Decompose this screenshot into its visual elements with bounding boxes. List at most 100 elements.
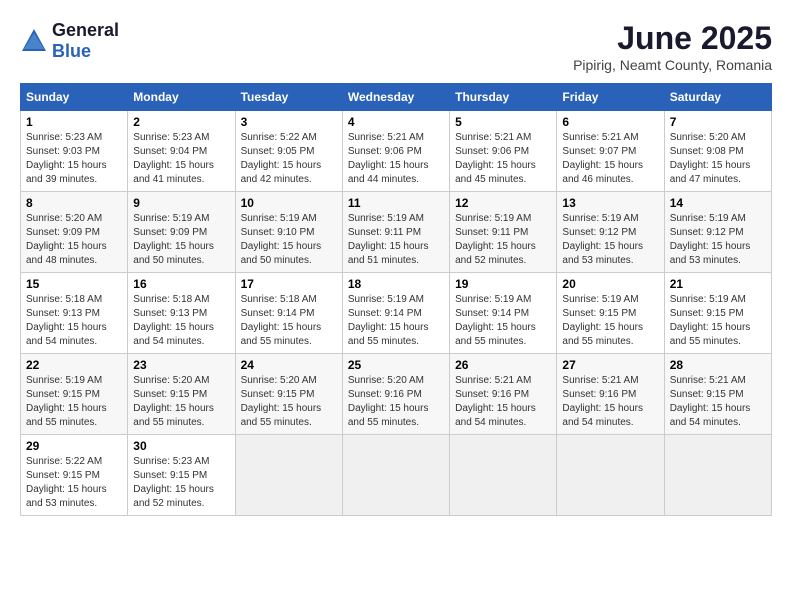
day-info: Sunrise: 5:22 AMSunset: 9:15 PMDaylight:… bbox=[26, 455, 122, 511]
header-sunday: Sunday bbox=[21, 84, 128, 111]
month-year: June 2025 bbox=[573, 20, 772, 57]
day-info: Sunrise: 5:19 AMSunset: 9:09 PMDaylight:… bbox=[133, 212, 229, 268]
header-saturday: Saturday bbox=[664, 84, 771, 111]
day-24: 24 Sunrise: 5:20 AMSunset: 9:15 PMDaylig… bbox=[235, 354, 342, 435]
day-number: 27 bbox=[562, 358, 658, 372]
day-28: 28 Sunrise: 5:21 AMSunset: 9:15 PMDaylig… bbox=[664, 354, 771, 435]
day-info: Sunrise: 5:18 AMSunset: 9:14 PMDaylight:… bbox=[241, 293, 337, 349]
day-number: 5 bbox=[455, 115, 551, 129]
day-22: 22 Sunrise: 5:19 AMSunset: 9:15 PMDaylig… bbox=[21, 354, 128, 435]
calendar-table: Sunday Monday Tuesday Wednesday Thursday… bbox=[20, 83, 772, 516]
day-20: 20 Sunrise: 5:19 AMSunset: 9:15 PMDaylig… bbox=[557, 273, 664, 354]
day-8: 8 Sunrise: 5:20 AMSunset: 9:09 PMDayligh… bbox=[21, 192, 128, 273]
day-info: Sunrise: 5:18 AMSunset: 9:13 PMDaylight:… bbox=[26, 293, 122, 349]
empty-cell bbox=[664, 435, 771, 516]
table-row: 8 Sunrise: 5:20 AMSunset: 9:09 PMDayligh… bbox=[21, 192, 772, 273]
header-friday: Friday bbox=[557, 84, 664, 111]
day-number: 20 bbox=[562, 277, 658, 291]
day-21: 21 Sunrise: 5:19 AMSunset: 9:15 PMDaylig… bbox=[664, 273, 771, 354]
day-number: 1 bbox=[26, 115, 122, 129]
day-17: 17 Sunrise: 5:18 AMSunset: 9:14 PMDaylig… bbox=[235, 273, 342, 354]
day-info: Sunrise: 5:20 AMSunset: 9:15 PMDaylight:… bbox=[241, 374, 337, 430]
day-10: 10 Sunrise: 5:19 AMSunset: 9:10 PMDaylig… bbox=[235, 192, 342, 273]
day-number: 14 bbox=[670, 196, 766, 210]
table-row: 15 Sunrise: 5:18 AMSunset: 9:13 PMDaylig… bbox=[21, 273, 772, 354]
day-7b: 7 Sunrise: 5:20 AMSunset: 9:08 PMDayligh… bbox=[664, 111, 771, 192]
day-info: Sunrise: 5:19 AMSunset: 9:14 PMDaylight:… bbox=[348, 293, 444, 349]
day-info: Sunrise: 5:23 AMSunset: 9:03 PMDaylight:… bbox=[26, 131, 122, 187]
day-info: Sunrise: 5:20 AMSunset: 9:16 PMDaylight:… bbox=[348, 374, 444, 430]
day-number: 16 bbox=[133, 277, 229, 291]
day-info: Sunrise: 5:19 AMSunset: 9:12 PMDaylight:… bbox=[670, 212, 766, 268]
day-18: 18 Sunrise: 5:19 AMSunset: 9:14 PMDaylig… bbox=[342, 273, 449, 354]
day-number: 9 bbox=[133, 196, 229, 210]
day-2: 2 Sunrise: 5:23 AMSunset: 9:04 PMDayligh… bbox=[128, 111, 235, 192]
day-info: Sunrise: 5:20 AMSunset: 9:09 PMDaylight:… bbox=[26, 212, 122, 268]
day-number: 17 bbox=[241, 277, 337, 291]
day-number: 18 bbox=[348, 277, 444, 291]
day-info: Sunrise: 5:19 AMSunset: 9:14 PMDaylight:… bbox=[455, 293, 551, 349]
day-info: Sunrise: 5:19 AMSunset: 9:15 PMDaylight:… bbox=[562, 293, 658, 349]
day-number: 21 bbox=[670, 277, 766, 291]
day-29: 29 Sunrise: 5:22 AMSunset: 9:15 PMDaylig… bbox=[21, 435, 128, 516]
logo-icon bbox=[20, 27, 48, 55]
empty-cell bbox=[450, 435, 557, 516]
table-row: 22 Sunrise: 5:19 AMSunset: 9:15 PMDaylig… bbox=[21, 354, 772, 435]
day-number: 4 bbox=[348, 115, 444, 129]
day-info: Sunrise: 5:19 AMSunset: 9:10 PMDaylight:… bbox=[241, 212, 337, 268]
day-info: Sunrise: 5:21 AMSunset: 9:16 PMDaylight:… bbox=[455, 374, 551, 430]
day-6: 6 Sunrise: 5:21 AMSunset: 9:07 PMDayligh… bbox=[557, 111, 664, 192]
header-monday: Monday bbox=[128, 84, 235, 111]
day-1: 1 Sunrise: 5:23 AMSunset: 9:03 PMDayligh… bbox=[21, 111, 128, 192]
day-11: 11 Sunrise: 5:19 AMSunset: 9:11 PMDaylig… bbox=[342, 192, 449, 273]
day-5: 5 Sunrise: 5:21 AMSunset: 9:06 PMDayligh… bbox=[450, 111, 557, 192]
logo: General Blue bbox=[20, 20, 119, 62]
day-info: Sunrise: 5:19 AMSunset: 9:15 PMDaylight:… bbox=[26, 374, 122, 430]
day-number: 8 bbox=[26, 196, 122, 210]
day-number: 28 bbox=[670, 358, 766, 372]
day-16: 16 Sunrise: 5:18 AMSunset: 9:13 PMDaylig… bbox=[128, 273, 235, 354]
day-info: Sunrise: 5:19 AMSunset: 9:15 PMDaylight:… bbox=[670, 293, 766, 349]
day-4: 4 Sunrise: 5:21 AMSunset: 9:06 PMDayligh… bbox=[342, 111, 449, 192]
header-thursday: Thursday bbox=[450, 84, 557, 111]
day-number: 24 bbox=[241, 358, 337, 372]
day-23: 23 Sunrise: 5:20 AMSunset: 9:15 PMDaylig… bbox=[128, 354, 235, 435]
day-number: 22 bbox=[26, 358, 122, 372]
header-tuesday: Tuesday bbox=[235, 84, 342, 111]
day-info: Sunrise: 5:23 AMSunset: 9:15 PMDaylight:… bbox=[133, 455, 229, 511]
day-info: Sunrise: 5:21 AMSunset: 9:07 PMDaylight:… bbox=[562, 131, 658, 187]
day-info: Sunrise: 5:19 AMSunset: 9:11 PMDaylight:… bbox=[348, 212, 444, 268]
day-info: Sunrise: 5:21 AMSunset: 9:16 PMDaylight:… bbox=[562, 374, 658, 430]
day-number: 3 bbox=[241, 115, 337, 129]
day-19: 19 Sunrise: 5:19 AMSunset: 9:14 PMDaylig… bbox=[450, 273, 557, 354]
day-number: 12 bbox=[455, 196, 551, 210]
day-info: Sunrise: 5:21 AMSunset: 9:06 PMDaylight:… bbox=[455, 131, 551, 187]
day-number: 30 bbox=[133, 439, 229, 453]
day-number: 25 bbox=[348, 358, 444, 372]
day-number: 13 bbox=[562, 196, 658, 210]
day-9: 9 Sunrise: 5:19 AMSunset: 9:09 PMDayligh… bbox=[128, 192, 235, 273]
day-info: Sunrise: 5:21 AMSunset: 9:06 PMDaylight:… bbox=[348, 131, 444, 187]
day-info: Sunrise: 5:19 AMSunset: 9:11 PMDaylight:… bbox=[455, 212, 551, 268]
day-info: Sunrise: 5:18 AMSunset: 9:13 PMDaylight:… bbox=[133, 293, 229, 349]
header-wednesday: Wednesday bbox=[342, 84, 449, 111]
day-info: Sunrise: 5:20 AMSunset: 9:15 PMDaylight:… bbox=[133, 374, 229, 430]
logo-text-blue: Blue bbox=[52, 41, 91, 61]
day-number: 29 bbox=[26, 439, 122, 453]
day-number: 6 bbox=[562, 115, 658, 129]
day-3: 3 Sunrise: 5:22 AMSunset: 9:05 PMDayligh… bbox=[235, 111, 342, 192]
day-info: Sunrise: 5:19 AMSunset: 9:12 PMDaylight:… bbox=[562, 212, 658, 268]
day-number: 2 bbox=[133, 115, 229, 129]
day-25: 25 Sunrise: 5:20 AMSunset: 9:16 PMDaylig… bbox=[342, 354, 449, 435]
day-info: Sunrise: 5:21 AMSunset: 9:15 PMDaylight:… bbox=[670, 374, 766, 430]
day-number: 10 bbox=[241, 196, 337, 210]
day-number: 26 bbox=[455, 358, 551, 372]
day-14: 14 Sunrise: 5:19 AMSunset: 9:12 PMDaylig… bbox=[664, 192, 771, 273]
empty-cell bbox=[557, 435, 664, 516]
day-number: 23 bbox=[133, 358, 229, 372]
day-info: Sunrise: 5:23 AMSunset: 9:04 PMDaylight:… bbox=[133, 131, 229, 187]
day-12: 12 Sunrise: 5:19 AMSunset: 9:11 PMDaylig… bbox=[450, 192, 557, 273]
day-26: 26 Sunrise: 5:21 AMSunset: 9:16 PMDaylig… bbox=[450, 354, 557, 435]
logo-text-general: General bbox=[52, 20, 119, 40]
day-info: Sunrise: 5:20 AMSunset: 9:08 PMDaylight:… bbox=[670, 131, 766, 187]
